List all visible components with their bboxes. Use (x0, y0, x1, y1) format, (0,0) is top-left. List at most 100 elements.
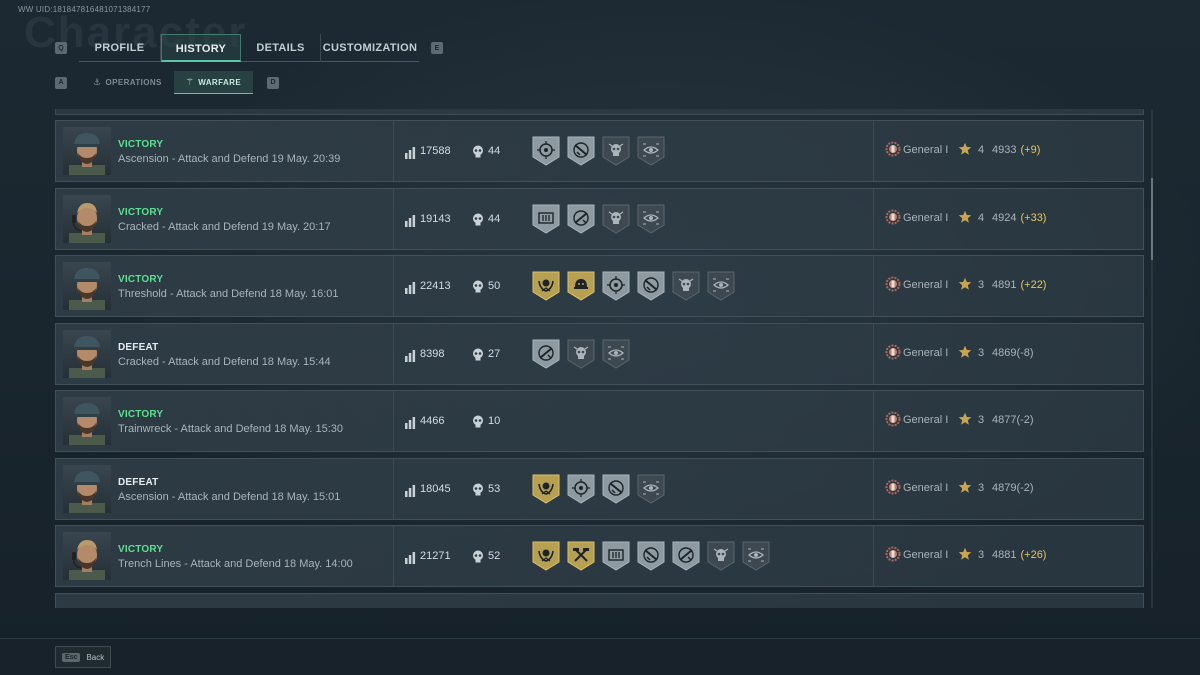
skull-medal-icon[interactable] (672, 271, 700, 306)
match-row[interactable]: VICTORY Trench Lines - Attack and Defend… (55, 525, 1144, 587)
operations-icon: ⚓ (93, 77, 102, 87)
esc-key-hint: Esc (62, 652, 81, 662)
match-row[interactable]: VICTORY Threshold - Attack and Defend 18… (55, 255, 1144, 317)
operator-avatar (63, 329, 111, 378)
skull-medal-icon[interactable] (602, 204, 630, 239)
match-row-partial[interactable] (55, 592, 1144, 608)
rank-label: General I (903, 481, 949, 494)
subtab-warfare[interactable]: ⚚ WARFARE (173, 71, 254, 94)
match-score: 18045 (420, 482, 451, 495)
match-result: VICTORY (118, 139, 164, 150)
match-row[interactable]: DEFEAT Cracked - Attack and Defend 18 Ma… (55, 322, 1144, 385)
laurel-medal-icon[interactable] (532, 271, 560, 306)
row-divider (873, 188, 874, 249)
rank-label: General I (903, 279, 949, 291)
rifle-alt-medal-icon[interactable] (532, 339, 560, 374)
laurel-medal-icon[interactable] (532, 541, 560, 576)
rating-number: 4877 (992, 414, 1017, 426)
helmet-medal-icon[interactable] (567, 271, 595, 306)
skull-medal-icon[interactable] (602, 136, 630, 171)
rank-label: General I (903, 414, 949, 426)
tab-customization[interactable]: CUSTOMIZATION (321, 34, 419, 62)
match-row[interactable]: VICTORY Trainwreck - Attack and Defend 1… (55, 390, 1144, 452)
prev-tab-key-hint[interactable]: Q (55, 42, 67, 54)
match-row[interactable]: VICTORY Cracked - Attack and Defend 19 M… (55, 187, 1144, 250)
rifle-alt-medal-icon[interactable] (672, 541, 700, 576)
rifle-medal-icon[interactable] (637, 271, 665, 306)
rating-delta: (+26) (1020, 549, 1047, 561)
row-divider (873, 391, 874, 451)
ammo-medal-icon[interactable] (532, 204, 560, 239)
rating-number: 4881 (992, 549, 1017, 561)
operator-avatar (63, 532, 111, 580)
rating-delta: (+9) (1020, 144, 1041, 156)
match-description: Ascension - Attack and Defend 18 May. 15… (118, 490, 341, 503)
match-result: VICTORY (118, 206, 164, 218)
row-divider (393, 188, 394, 249)
star-icon (958, 142, 972, 161)
rating-delta: (-2) (1016, 414, 1034, 426)
ammo-medal-icon[interactable] (602, 541, 630, 576)
match-score: 22413 (420, 280, 451, 292)
star-count: 3 (978, 279, 985, 291)
row-divider (873, 458, 874, 519)
sub-tabbar: A ⚓ OPERATIONS ⚚ WARFARE D (55, 71, 280, 94)
scrollbar-thumb[interactable] (1151, 178, 1153, 260)
hammers-medal-icon[interactable] (567, 541, 595, 576)
eye-medal-icon[interactable] (707, 271, 735, 306)
eye-medal-icon[interactable] (602, 339, 630, 374)
match-row[interactable]: VICTORY Ascension - Attack and Defend 19… (55, 120, 1144, 182)
row-divider (393, 323, 394, 384)
skull-kills-icon (472, 145, 484, 163)
eye-medal-icon[interactable] (637, 136, 665, 171)
match-description: Cracked - Attack and Defend 18 May. 15:4… (118, 355, 331, 368)
tab-profile[interactable]: PROFILE (79, 34, 161, 62)
back-button[interactable]: Esc Back (55, 646, 112, 668)
row-divider (393, 391, 394, 451)
rating-number: 4869 (992, 346, 1017, 359)
skull-kills-icon (472, 213, 484, 231)
eye-medal-icon[interactable] (637, 474, 665, 509)
eye-medal-icon[interactable] (742, 541, 770, 576)
match-history-list[interactable]: VICTORY Ascension - Attack and Defend 19… (55, 120, 1144, 608)
skull-medal-icon[interactable] (567, 339, 595, 374)
medal-list (532, 339, 630, 374)
eye-medal-icon[interactable] (637, 204, 665, 239)
match-result: DEFEAT (118, 341, 159, 353)
row-divider (393, 121, 394, 181)
operator-avatar (63, 464, 111, 513)
match-score: 21271 (420, 550, 451, 562)
laurel-medal-icon[interactable] (532, 474, 560, 509)
skull-medal-icon[interactable] (707, 541, 735, 576)
next-tab-key-hint[interactable]: E (431, 42, 443, 54)
rifle-alt-medal-icon[interactable] (567, 204, 595, 239)
prev-subtab-key-hint[interactable]: A (55, 76, 67, 89)
crosshair-medal-icon[interactable] (602, 271, 630, 306)
rating-value: 4881 (+26) (992, 549, 1046, 561)
match-description: Threshold - Attack and Defend 18 May. 16… (118, 288, 339, 300)
rifle-medal-icon[interactable] (602, 474, 630, 509)
crosshair-medal-icon[interactable] (532, 136, 560, 171)
rank-emblem-icon (885, 344, 901, 365)
tab-details[interactable]: DETAILS (241, 34, 321, 62)
crosshair-medal-icon[interactable] (567, 474, 595, 509)
tab-history[interactable]: HISTORY (161, 34, 241, 62)
match-row[interactable]: DEFEAT Ascension - Attack and Defend 18 … (55, 457, 1144, 520)
rank-label: General I (903, 346, 949, 359)
operator-avatar (63, 262, 111, 310)
rifle-medal-icon[interactable] (567, 136, 595, 171)
score-bars-icon (404, 281, 416, 299)
star-icon (958, 345, 972, 364)
rifle-medal-icon[interactable] (637, 541, 665, 576)
rank-emblem-icon (885, 411, 901, 432)
main-tabs: PROFILE HISTORY DETAILS CUSTOMIZATION (79, 34, 419, 62)
rating-number: 4891 (992, 279, 1017, 291)
next-subtab-key-hint[interactable]: D (267, 76, 280, 89)
match-kills: 44 (488, 145, 501, 157)
subtab-operations[interactable]: ⚓ OPERATIONS (81, 71, 174, 94)
subtab-operations-label: OPERATIONS (105, 78, 162, 87)
score-bars-icon (404, 349, 416, 367)
rank-emblem-icon (885, 276, 901, 297)
medal-list (532, 136, 665, 171)
medal-list (532, 541, 770, 576)
